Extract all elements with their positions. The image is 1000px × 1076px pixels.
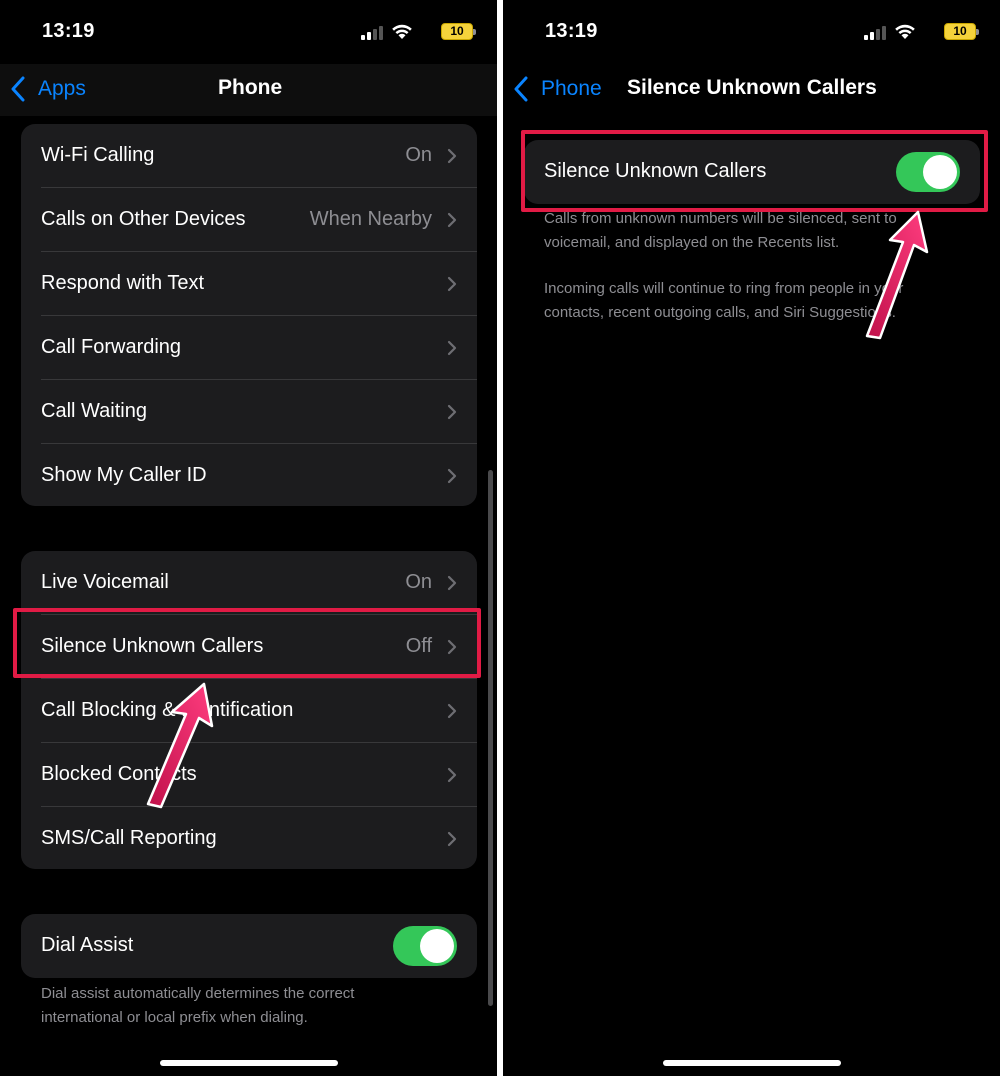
navigation-bar: Apps Phone bbox=[0, 64, 497, 116]
silence-footnote-2: Incoming calls will continue to ring fro… bbox=[544, 277, 903, 324]
voicemail-blocking-group: Live Voicemail On Silence Unknown Caller… bbox=[21, 551, 477, 869]
chevron-right-icon bbox=[447, 468, 457, 484]
footnote-line: contacts, recent outgoing calls, and Sir… bbox=[544, 303, 896, 321]
footnote-line: Dial assist automatically determines the… bbox=[41, 985, 355, 1002]
silence-unknown-callers-screen: 13:19 10 Phone Silence Unknown Callers S… bbox=[503, 0, 1000, 1076]
row-call-forwarding[interactable]: Call Forwarding bbox=[21, 316, 477, 380]
back-button[interactable]: Phone bbox=[513, 74, 602, 104]
chevron-right-icon bbox=[447, 767, 457, 783]
row-silence-unknown-callers[interactable]: Silence Unknown Callers Off bbox=[21, 615, 477, 679]
chevron-right-icon bbox=[447, 148, 457, 164]
navigation-bar: Phone Silence Unknown Callers bbox=[503, 64, 1000, 116]
row-value: When Nearby bbox=[309, 208, 432, 230]
footnote-line: voicemail, and displayed on the Recents … bbox=[544, 233, 840, 251]
silence-unknown-callers-toggle[interactable] bbox=[896, 152, 960, 192]
toggle-knob bbox=[923, 155, 957, 189]
dial-assist-toggle[interactable] bbox=[393, 926, 457, 966]
status-time: 13:19 bbox=[545, 20, 598, 42]
row-label: Dial Assist bbox=[41, 934, 134, 956]
wifi-icon bbox=[895, 24, 915, 39]
back-label: Phone bbox=[541, 77, 602, 100]
battery-level: 10 bbox=[450, 24, 464, 38]
footnote-line: Incoming calls will continue to ring fro… bbox=[544, 280, 904, 297]
status-icons: 10 bbox=[856, 22, 979, 40]
home-indicator[interactable] bbox=[663, 1060, 841, 1066]
chevron-right-icon bbox=[447, 831, 457, 847]
row-calls-on-other-devices[interactable]: Calls on Other Devices When Nearby bbox=[21, 188, 477, 252]
status-time: 13:19 bbox=[42, 20, 95, 42]
row-label: Silence Unknown Callers bbox=[41, 635, 264, 657]
footnote-line: international or local prefix when diali… bbox=[41, 1008, 308, 1026]
battery-icon: 10 bbox=[441, 23, 476, 40]
chevron-right-icon bbox=[447, 212, 457, 228]
chevron-right-icon bbox=[447, 575, 457, 591]
chevron-right-icon bbox=[447, 340, 457, 356]
status-icons: 10 bbox=[353, 22, 476, 40]
row-label: Call Blocking & Identification bbox=[41, 699, 294, 721]
row-call-blocking-identification[interactable]: Call Blocking & Identification bbox=[21, 679, 477, 743]
dial-assist-group: Dial Assist bbox=[21, 914, 477, 978]
row-call-waiting[interactable]: Call Waiting bbox=[21, 380, 477, 444]
chevron-left-icon bbox=[11, 76, 25, 102]
back-label: Apps bbox=[38, 77, 86, 100]
row-label: Respond with Text bbox=[41, 272, 205, 294]
row-blocked-contacts[interactable]: Blocked Contacts bbox=[21, 743, 477, 807]
row-value: On bbox=[405, 144, 432, 166]
row-label: Wi-Fi Calling bbox=[41, 144, 155, 166]
row-label: Calls on Other Devices bbox=[41, 208, 246, 230]
battery-icon: 10 bbox=[944, 23, 979, 40]
footnote-line: Calls from unknown numbers will be silen… bbox=[544, 210, 897, 227]
row-value: Off bbox=[405, 635, 432, 657]
status-bar: 13:19 10 bbox=[0, 0, 497, 64]
home-indicator[interactable] bbox=[160, 1060, 338, 1066]
row-label: SMS/Call Reporting bbox=[41, 827, 217, 849]
silence-toggle-group: Silence Unknown Callers bbox=[524, 140, 980, 204]
row-label: Blocked Contacts bbox=[41, 763, 197, 785]
chevron-right-icon bbox=[447, 276, 457, 292]
page-title: Phone bbox=[218, 76, 283, 99]
chevron-right-icon bbox=[447, 639, 457, 655]
status-bar: 13:19 10 bbox=[503, 0, 1000, 64]
page-title: Silence Unknown Callers bbox=[627, 76, 877, 99]
row-show-my-caller-id[interactable]: Show My Caller ID bbox=[21, 444, 477, 506]
wifi-icon bbox=[392, 24, 412, 39]
row-label: Show My Caller ID bbox=[41, 464, 207, 486]
chevron-right-icon bbox=[447, 404, 457, 420]
scroll-indicator[interactable] bbox=[488, 470, 493, 1006]
row-label: Live Voicemail bbox=[41, 571, 169, 593]
row-sms-call-reporting[interactable]: SMS/Call Reporting bbox=[21, 807, 477, 869]
row-label: Call Forwarding bbox=[41, 336, 182, 358]
calling-settings-group: Wi-Fi Calling On Calls on Other Devices … bbox=[21, 124, 477, 506]
row-silence-unknown-callers: Silence Unknown Callers bbox=[524, 140, 980, 204]
cellular-signal-icon bbox=[864, 24, 886, 40]
back-button[interactable]: Apps bbox=[10, 74, 86, 104]
row-live-voicemail[interactable]: Live Voicemail On bbox=[21, 551, 477, 615]
row-respond-with-text[interactable]: Respond with Text bbox=[21, 252, 477, 316]
row-label: Call Waiting bbox=[41, 400, 147, 422]
phone-settings-screen: 13:19 10 Apps Phone Wi-Fi Calling On Cal… bbox=[0, 0, 497, 1076]
row-dial-assist: Dial Assist bbox=[21, 914, 477, 978]
row-wifi-calling[interactable]: Wi-Fi Calling On bbox=[21, 124, 477, 188]
cellular-signal-icon bbox=[361, 24, 383, 40]
row-value: On bbox=[405, 571, 432, 593]
chevron-left-icon bbox=[514, 76, 528, 102]
silence-footnote-1: Calls from unknown numbers will be silen… bbox=[544, 207, 897, 254]
battery-level: 10 bbox=[953, 24, 967, 38]
toggle-knob bbox=[420, 929, 454, 963]
row-label: Silence Unknown Callers bbox=[544, 160, 767, 182]
chevron-right-icon bbox=[447, 703, 457, 719]
dial-assist-footnote: Dial assist automatically determines the… bbox=[41, 982, 354, 1029]
